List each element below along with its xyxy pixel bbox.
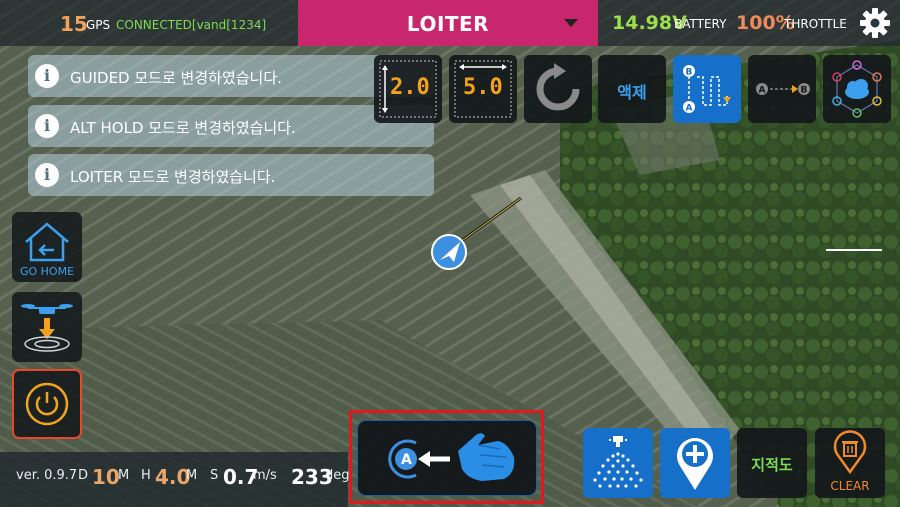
- spray-toggle-button[interactable]: [583, 428, 653, 498]
- power-button[interactable]: [12, 369, 82, 439]
- ab-route-icon: B A: [683, 65, 731, 114]
- height-unit: M: [186, 468, 198, 483]
- notification-text: GUIDED 모드로 변경하였습니다.: [70, 69, 282, 87]
- spray-height-value: 2.0: [390, 75, 430, 100]
- cloud-network-icon: [832, 60, 882, 118]
- connection-status: CONNECTED[vand[1234]: [116, 18, 267, 32]
- spray-height-button[interactable]: 2.0: [374, 55, 442, 123]
- spray-width-value: 5.0: [463, 75, 503, 100]
- chevron-down-icon: [564, 19, 578, 27]
- ab-mission-button[interactable]: B A: [673, 55, 741, 123]
- cloud-sync-button[interactable]: [823, 55, 891, 123]
- speed-unit: m/s: [253, 468, 277, 483]
- ab-line-button[interactable]: A B: [748, 55, 816, 123]
- distance-label: D: [78, 468, 89, 483]
- gps-label: GPS: [86, 18, 111, 32]
- cadastral-map-label: 지적도: [751, 456, 793, 474]
- height-label: H: [141, 468, 151, 483]
- svg-text:A: A: [401, 452, 412, 468]
- gps-count: 15: [60, 12, 88, 36]
- svg-text:B: B: [801, 86, 808, 96]
- land-button[interactable]: [12, 292, 82, 362]
- info-icon: i: [35, 64, 59, 88]
- drone-land-icon: [21, 304, 73, 352]
- ab-line-icon: A B: [756, 83, 810, 96]
- telemetry-bar: ver. 0.9.7 D 10 M H 4.0 M S 0.7 m/s 233 …: [0, 452, 350, 507]
- notification-text: LOITER 모드로 변경하였습니다.: [70, 168, 276, 186]
- gear-icon[interactable]: [858, 6, 892, 40]
- refresh-button[interactable]: [524, 55, 592, 123]
- distance-unit: M: [118, 468, 130, 483]
- clear-button[interactable]: CLEAR: [815, 428, 885, 498]
- info-icon: i: [35, 163, 59, 187]
- add-waypoint-icon: [677, 438, 713, 490]
- refresh-icon: [536, 63, 580, 111]
- speed-label: S: [210, 468, 219, 483]
- cadastral-map-button[interactable]: 지적도: [737, 428, 807, 498]
- distance-value: 10: [92, 465, 120, 489]
- flight-mode-dropdown[interactable]: LOITER: [298, 0, 598, 46]
- add-waypoint-button[interactable]: [660, 428, 730, 498]
- info-icon: i: [35, 114, 59, 138]
- battery-label: BATTERY: [674, 17, 727, 31]
- notification-toast: i LOITER 모드로 변경하였습니다.: [28, 154, 434, 196]
- go-home-button[interactable]: GO HOME: [12, 212, 82, 282]
- svg-text:A: A: [686, 104, 693, 114]
- heading-unit: deg: [325, 468, 350, 483]
- set-ab-point-button[interactable]: A: [357, 420, 537, 496]
- notification-text: ALT HOLD 모드로 변경하였습니다.: [70, 119, 296, 137]
- liquid-type-button[interactable]: 액제: [598, 55, 666, 123]
- power-icon: [25, 382, 69, 426]
- app-version: ver. 0.9.7: [16, 468, 78, 483]
- svg-text:B: B: [686, 68, 693, 78]
- throttle-label: THROTTLE: [784, 17, 847, 31]
- clear-label: CLEAR: [830, 479, 870, 493]
- flight-mode-label: LOITER: [406, 12, 490, 36]
- drone-position-marker: [431, 196, 522, 270]
- ab-point-hand-icon: A: [388, 433, 515, 481]
- spray-icon: [593, 436, 643, 488]
- spray-width-button[interactable]: 5.0: [449, 55, 517, 123]
- go-home-label: GO HOME: [19, 265, 75, 278]
- liquid-type-label: 액제: [617, 83, 647, 102]
- svg-text:A: A: [759, 86, 766, 96]
- top-status-bar: 15 GPS CONNECTED[vand[1234] LOITER 14.98…: [0, 0, 900, 46]
